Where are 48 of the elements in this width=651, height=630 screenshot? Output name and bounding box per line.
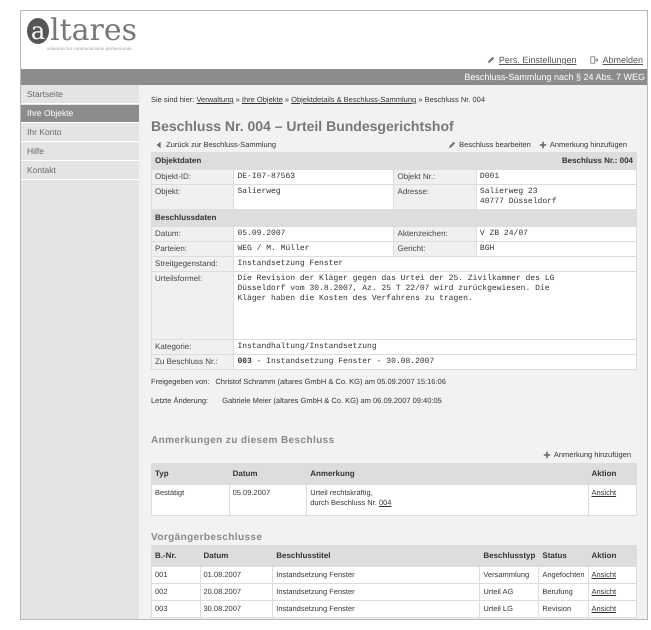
column-header: Datum — [229, 464, 307, 484]
field-label: Kategorie: — [152, 340, 234, 354]
field-label: Objekt: — [152, 184, 234, 210]
field-label: Urteilsformel: — [152, 272, 234, 340]
logo: altares — [27, 15, 138, 47]
field-label: Objekt Nr.: — [394, 170, 476, 184]
plus-icon — [538, 140, 547, 148]
pencil-icon — [448, 140, 456, 148]
field-value: 003 - Instandsetzung Fenster - 30.08.2007 — [234, 354, 636, 370]
column-header: Beschlusstitel — [272, 546, 480, 566]
field-label: Datum: — [152, 226, 234, 242]
section-title: Anmerkungen zu diesem Beschluss — [151, 435, 336, 446]
banner-text: Beschluss-Sammlung nach § 24 Abs. 7 WEG — [464, 72, 645, 82]
header-link[interactable]: Pers. Einstellungen — [486, 55, 576, 65]
column-header: Status — [538, 546, 588, 566]
field-label: Parteien: — [152, 242, 234, 256]
header-link[interactable]: Abmelden — [590, 55, 643, 65]
section-aside: Beschluss Nr.: 004 — [476, 152, 636, 170]
field-value: DE-I07-87563 — [234, 170, 394, 184]
field-value: 05.09.2007 — [234, 226, 394, 242]
section-header: Objektdaten — [152, 152, 476, 170]
field-label: Objekt-ID: — [152, 170, 234, 184]
column-header: Beschlusstyp — [480, 546, 539, 566]
page-title: Beschluss Nr. 004 – Urteil Bundesgerichtshof — [151, 118, 455, 134]
pencil-icon — [486, 56, 495, 64]
field-value: D001 — [476, 170, 636, 184]
column-header: Anmerkung — [306, 464, 588, 484]
field-value: BGH — [476, 242, 636, 256]
section-header: Beschlussdaten — [152, 210, 636, 226]
field-value: Die Revision der Kläger gegen das Urtei der 25. Zivilkammer des LG Düsseldorf vom 30.8.2007, Az. 25 T 22/07 wird zurückgewiesen. Die Kläger haben die Kosten des Verfahrens zu tragen. — [234, 272, 636, 340]
plus-icon — [542, 450, 551, 458]
column-header: Datum — [200, 546, 273, 566]
column-header: Aktion — [588, 464, 636, 484]
field-value: WEG / M. Müller — [234, 242, 394, 256]
section-title: Vorgängerbeschlusse — [151, 532, 264, 543]
field-value: Instandsetzung Fenster — [234, 256, 636, 272]
field-label: Adresse: — [394, 184, 476, 210]
column-header: Typ — [152, 464, 230, 484]
field-value: Instandhaltung/Instandsetzung — [234, 340, 636, 354]
field-label: Zu Beschluss Nr.: — [152, 354, 234, 370]
field-label: Gericht: — [394, 242, 476, 256]
field-label: Streitgegenstand: — [152, 256, 234, 272]
logout-icon — [590, 56, 598, 64]
field-value: V ZB 24/07 — [476, 226, 636, 242]
column-header: B.-Nr. — [152, 546, 200, 566]
field-label: Aktenzeichen: — [394, 226, 476, 242]
column-header: Aktion — [588, 546, 636, 566]
back-arrow-icon — [155, 140, 163, 148]
